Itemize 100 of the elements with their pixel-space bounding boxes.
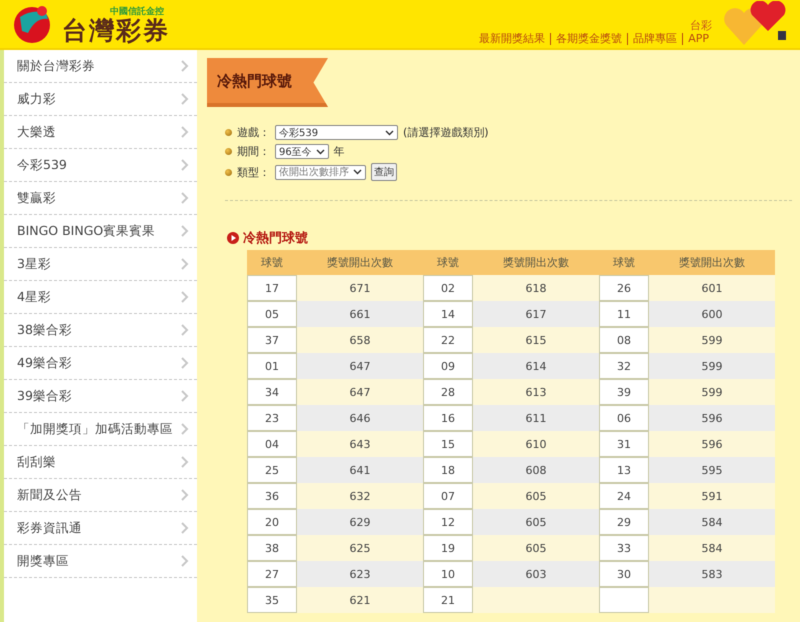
bullet-icon [225,148,232,155]
header-link[interactable]: APP [682,32,714,44]
dropdown[interactable]: 依開出次數排序 [275,164,366,180]
count-cell: 599 [649,327,775,353]
chevron-icon [181,324,189,336]
sidebar-item[interactable]: 關於台灣彩券 [4,50,197,83]
ball-number-cell: 19 [423,535,473,561]
ball-number-cell: 09 [423,353,473,379]
sidebar-item[interactable]: 開獎專區 [4,545,197,578]
sidebar-item[interactable]: 38樂合彩 [4,314,197,347]
column-header: 獎號開出次數 [473,250,599,275]
chevron-icon [181,390,189,402]
count-cell: 643 [297,431,423,457]
ball-number-cell: 23 [247,405,297,431]
ball-number-cell: 01 [247,353,297,379]
play-icon [227,232,239,244]
column-header: 獎號開出次數 [649,250,775,275]
ball-number-cell: 10 [423,561,473,587]
chevron-icon [181,522,189,534]
sidebar-item[interactable]: 3星彩 [4,248,197,281]
dropdown[interactable]: 96至今 [275,144,329,159]
chevron-icon [181,555,189,567]
header-link[interactable]: 各期獎金獎號 [550,32,628,44]
header-link[interactable]: 品牌專區 [627,32,682,44]
bullet-icon [225,129,232,136]
sidebar-item[interactable]: 刮刮樂 [4,446,197,479]
sidebar-item[interactable]: 39樂合彩 [4,380,197,413]
ball-number-cell: 08 [599,327,649,353]
column-header: 獎號開出次數 [297,250,423,275]
count-cell: 610 [473,431,599,457]
ball-number-cell: 04 [247,431,297,457]
sidebar-item[interactable]: 新聞及公告 [4,479,197,512]
field-label: 類型： [237,164,270,180]
column-header: 球號 [423,250,473,275]
column-header: 球號 [247,250,297,275]
count-cell: 591 [649,483,775,509]
section-title: 冷熱門球號 [243,230,308,247]
sidebar-item[interactable]: 雙贏彩 [4,182,197,215]
sidebar-item[interactable]: 今彩539 [4,149,197,182]
ball-number-cell: 15 [423,431,473,457]
count-cell: 647 [297,379,423,405]
ball-number-cell: 16 [423,405,473,431]
app-label: 台彩 [690,18,712,32]
sidebar-item[interactable]: 大樂透 [4,116,197,149]
query-button[interactable]: 查詢 [371,163,397,181]
field-label: 遊戲： [237,125,270,140]
dropdown[interactable]: 今彩539 [275,125,398,140]
sidebar-item[interactable]: 威力彩 [4,83,197,116]
ball-number-cell: 07 [423,483,473,509]
chevron-icon [181,126,189,138]
count-cell: 601 [649,275,775,301]
logo-subtitle: 中國信託金控 [110,5,165,18]
chevron-icon [181,159,189,171]
count-cell: 625 [297,535,423,561]
chevron-icon [181,258,189,270]
count-cell: 618 [473,275,599,301]
count-cell: 600 [649,301,775,327]
count-cell: 623 [297,561,423,587]
count-cell: 629 [297,509,423,535]
ball-number-cell: 05 [247,301,297,327]
ball-number-cell: 34 [247,379,297,405]
field-note: 年 [334,144,345,159]
chevron-icon [181,357,189,369]
count-cell: 596 [649,405,775,431]
ball-number-cell: 20 [247,509,297,535]
column-header: 球號 [599,250,649,275]
sidebar-item[interactable]: 「加開獎項」加碼活動專區 [4,413,197,446]
sidebar-item[interactable]: 彩券資訊通 [4,512,197,545]
ball-number-cell: 39 [599,379,649,405]
count-cell: 621 [297,587,423,613]
count-cell: 595 [649,457,775,483]
count-cell: 605 [473,483,599,509]
count-cell: 605 [473,509,599,535]
ball-number-cell: 18 [423,457,473,483]
ball-number-cell: 27 [247,561,297,587]
bullet-icon [225,168,232,176]
count-cell: 603 [473,561,599,587]
count-cell: 611 [473,405,599,431]
ball-number-cell: 31 [599,431,649,457]
ball-number-cell: 30 [599,561,649,587]
count-cell: 671 [297,275,423,301]
count-cell: 605 [473,535,599,561]
count-cell: 583 [649,561,775,587]
header-link[interactable]: 最新開獎結果 [474,32,550,44]
sidebar-item[interactable]: 49樂合彩 [4,347,197,380]
ball-number-cell: 22 [423,327,473,353]
sidebar-item[interactable]: BINGO BINGO賓果賓果 [4,215,197,248]
caret-icon [353,169,362,175]
logo-title: 台灣彩券 [62,18,170,43]
ball-number-cell: 36 [247,483,297,509]
ball-number-cell: 35 [247,587,297,613]
count-cell: 584 [649,509,775,535]
chevron-icon [181,489,189,501]
ball-number-cell: 13 [599,457,649,483]
count-cell: 613 [473,379,599,405]
chevron-icon [181,93,189,105]
count-cell: 614 [473,353,599,379]
caret-icon [385,130,394,136]
page-title-banner: 冷熱門球號 [207,58,328,107]
sidebar-item[interactable]: 4星彩 [4,281,197,314]
